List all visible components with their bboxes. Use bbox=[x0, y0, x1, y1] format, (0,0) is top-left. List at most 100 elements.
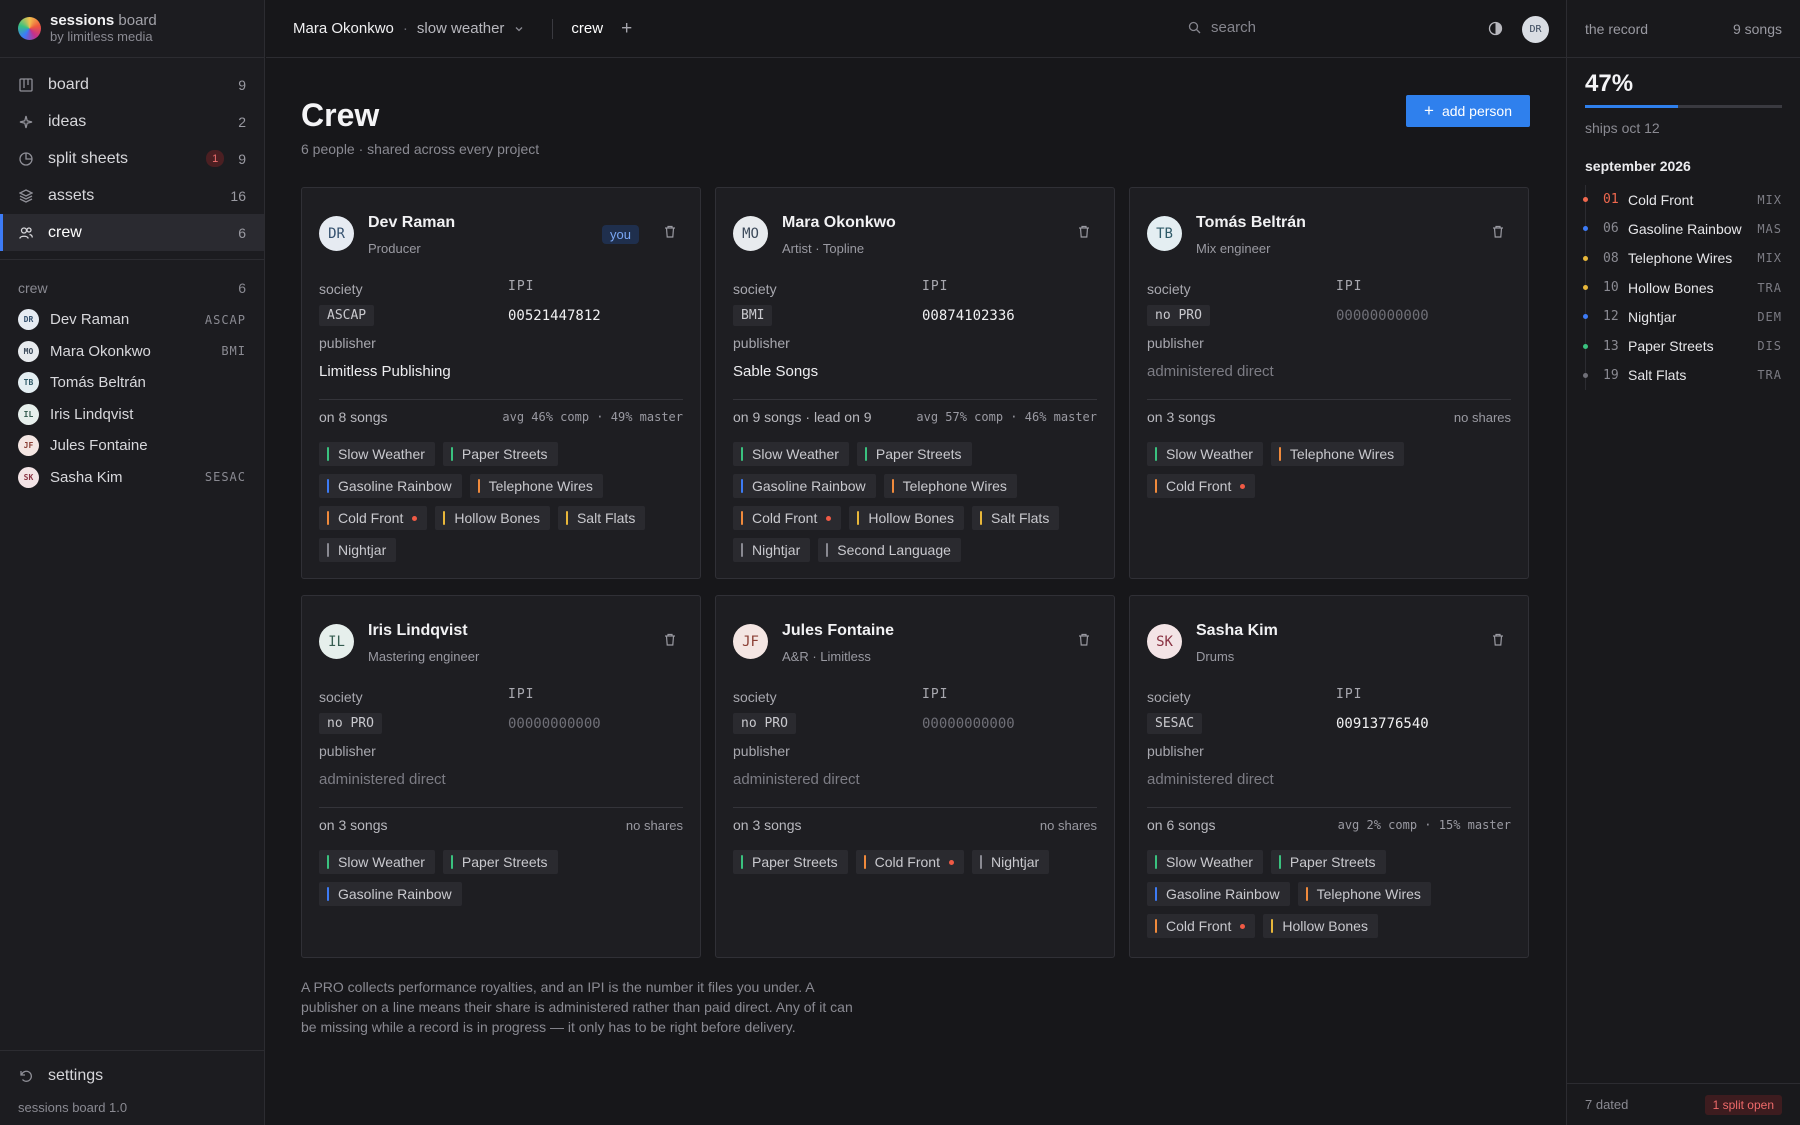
nav-count: 16 bbox=[230, 187, 246, 204]
song-tag[interactable]: Gasoline Rainbow bbox=[733, 474, 876, 498]
song-tag[interactable]: Telephone Wires bbox=[1297, 882, 1431, 906]
trash-icon[interactable] bbox=[1078, 225, 1090, 242]
song-status-bar bbox=[477, 479, 480, 493]
trash-icon[interactable] bbox=[1492, 633, 1504, 650]
song-tag[interactable]: Gasoline Rainbow bbox=[319, 882, 462, 906]
song-tag[interactable]: Paper Streets bbox=[856, 442, 972, 466]
crew-card[interactable]: TB Tomás Beltrán Mix engineer society IP… bbox=[1129, 187, 1529, 579]
search-input[interactable]: search bbox=[1188, 19, 1256, 36]
song-tag[interactable]: Cold Front bbox=[733, 506, 842, 530]
song-tag[interactable]: Hollow Bones bbox=[849, 506, 964, 530]
add-person-button[interactable]: + add person bbox=[1406, 95, 1530, 127]
song-tag[interactable]: Slow Weather bbox=[733, 442, 849, 466]
nav-item-split-sheets[interactable]: split sheets 1 9 bbox=[0, 140, 264, 177]
trash-icon[interactable] bbox=[664, 633, 676, 650]
separator-dot: · bbox=[402, 20, 408, 37]
trash-icon[interactable] bbox=[664, 225, 676, 242]
song-tag[interactable]: Salt Flats bbox=[971, 506, 1060, 530]
song-title: Nightjar bbox=[752, 542, 801, 558]
crew-list-item[interactable]: TB Tomás Beltrán bbox=[0, 367, 264, 399]
song-tag[interactable]: Telephone Wires bbox=[1270, 442, 1405, 466]
split-open-badge[interactable]: 1 split open bbox=[1704, 1094, 1782, 1115]
crew-card[interactable]: JF Jules Fontaine A&R · Limitless societ… bbox=[715, 595, 1115, 958]
song-status-bar bbox=[891, 479, 894, 493]
song-tag[interactable]: Cold Front bbox=[319, 506, 428, 530]
song-tags: Slow Weather Paper Streets Gasoline Rainbo… bbox=[1147, 850, 1518, 938]
song-tag[interactable]: Nightjar bbox=[319, 538, 397, 562]
nav-item-assets[interactable]: assets 16 bbox=[0, 177, 264, 214]
sidebar-footer: settings sessions board 1.0 bbox=[0, 1050, 264, 1125]
song-tag[interactable]: Gasoline Rainbow bbox=[1147, 882, 1290, 906]
song-tag[interactable]: Paper Streets bbox=[442, 442, 558, 466]
trash-icon[interactable] bbox=[1492, 225, 1504, 242]
song-tag[interactable]: Cold Front bbox=[1147, 914, 1256, 938]
song-tag[interactable]: Slow Weather bbox=[1147, 850, 1263, 874]
person-role: Mastering engineer bbox=[368, 649, 480, 664]
song-tag[interactable]: Slow Weather bbox=[319, 850, 435, 874]
song-tag[interactable]: Nightjar bbox=[733, 538, 811, 562]
crew-card[interactable]: IL Iris Lindqvist Mastering engineer soc… bbox=[301, 595, 701, 958]
crew-list-item[interactable]: IL Iris Lindqvist bbox=[0, 399, 264, 431]
schedule-item[interactable]: 19 Salt Flats TRA bbox=[1583, 361, 1782, 390]
song-tag[interactable]: Cold Front bbox=[855, 850, 964, 874]
song-title: Gasoline Rainbow bbox=[338, 886, 452, 902]
card-header: TB Tomás Beltrán Mix engineer bbox=[1147, 214, 1511, 256]
schedule-item[interactable]: 12 Nightjar DEM bbox=[1583, 302, 1782, 331]
crew-card[interactable]: SK Sasha Kim Drums society IPI SESAC 009… bbox=[1129, 595, 1529, 958]
song-tag[interactable]: Telephone Wires bbox=[469, 474, 603, 498]
brand[interactable]: sessions board by limitless media bbox=[0, 0, 264, 58]
song-tag[interactable]: Hollow Bones bbox=[1263, 914, 1378, 938]
song-tag[interactable]: Paper Streets bbox=[733, 850, 848, 874]
song-status-bar bbox=[979, 511, 982, 525]
crew-card[interactable]: DR Dev Raman Producer you society IPI AS… bbox=[301, 187, 701, 579]
nav-item-crew[interactable]: crew 6 bbox=[0, 214, 264, 251]
open-split-dot bbox=[948, 859, 954, 865]
song-tag[interactable]: Paper Streets bbox=[442, 850, 558, 874]
crew-list-item[interactable]: MO Mara Okonkwo BMI bbox=[0, 336, 264, 368]
crew-list-item[interactable]: SK Sasha Kim SESAC bbox=[0, 462, 264, 494]
songs-summary: on 9 songs · lead on 9 bbox=[733, 409, 872, 425]
publisher-value: administered direct bbox=[1147, 771, 1274, 788]
schedule-item[interactable]: 10 Hollow Bones TRA bbox=[1583, 273, 1782, 302]
song-tag[interactable]: Nightjar bbox=[971, 850, 1050, 874]
song-status-bar bbox=[1155, 447, 1157, 461]
schedule-item[interactable]: 13 Paper Streets DIS bbox=[1583, 331, 1782, 360]
song-tag[interactable]: Telephone Wires bbox=[883, 474, 1017, 498]
crew-list-item[interactable]: DR Dev Raman ASCAP bbox=[0, 304, 264, 336]
record-progress-percent: 47% bbox=[1585, 70, 1634, 97]
song-tag[interactable]: Hollow Bones bbox=[435, 506, 550, 530]
song-tag[interactable]: Slow Weather bbox=[319, 442, 435, 466]
song-tag[interactable]: Cold Front bbox=[1147, 474, 1256, 498]
trash-icon[interactable] bbox=[1078, 633, 1090, 650]
crew-card[interactable]: MO Mara Okonkwo Artist · Topline society… bbox=[715, 187, 1115, 579]
schedule-item[interactable]: 06 Gasoline Rainbow MAS bbox=[1583, 214, 1782, 243]
publisher-label: publisher bbox=[733, 743, 790, 759]
settings-button[interactable]: settings bbox=[0, 1065, 264, 1087]
add-tab-button[interactable]: + bbox=[621, 18, 632, 40]
card-header: MO Mara Okonkwo Artist · Topline bbox=[733, 214, 1097, 256]
schedule-item[interactable]: 08 Telephone Wires MIX bbox=[1583, 244, 1782, 273]
song-title: Slow Weather bbox=[1166, 854, 1253, 870]
song-status-bar bbox=[327, 479, 329, 493]
chevron-down-icon bbox=[515, 26, 523, 31]
song-tag[interactable]: Second Language bbox=[818, 538, 961, 562]
publisher-value: administered direct bbox=[733, 771, 860, 788]
theme-toggle-icon[interactable] bbox=[1488, 21, 1503, 40]
crew-member-name: Mara Okonkwo bbox=[50, 342, 151, 360]
song-status-bar bbox=[327, 855, 329, 869]
schedule-stage: TRA bbox=[1757, 368, 1782, 383]
song-tag[interactable]: Slow Weather bbox=[1147, 442, 1263, 466]
nav-item-board[interactable]: board 9 bbox=[0, 66, 264, 103]
schedule-item[interactable]: 01 Cold Front MIX bbox=[1583, 185, 1782, 214]
tab-crew[interactable]: crew bbox=[571, 20, 603, 37]
divider bbox=[733, 807, 1097, 808]
current-user[interactable]: Mara Okonkwo bbox=[293, 20, 394, 37]
project-switcher[interactable]: slow weather bbox=[417, 20, 525, 37]
song-tag[interactable]: Gasoline Rainbow bbox=[319, 474, 462, 498]
ipi-label: IPI bbox=[508, 279, 535, 294]
song-tag[interactable]: Salt Flats bbox=[557, 506, 646, 530]
song-tag[interactable]: Paper Streets bbox=[1270, 850, 1386, 874]
nav-item-ideas[interactable]: ideas 2 bbox=[0, 103, 264, 140]
user-avatar[interactable]: DR bbox=[1522, 16, 1549, 43]
crew-list-item[interactable]: JF Jules Fontaine bbox=[0, 430, 264, 462]
